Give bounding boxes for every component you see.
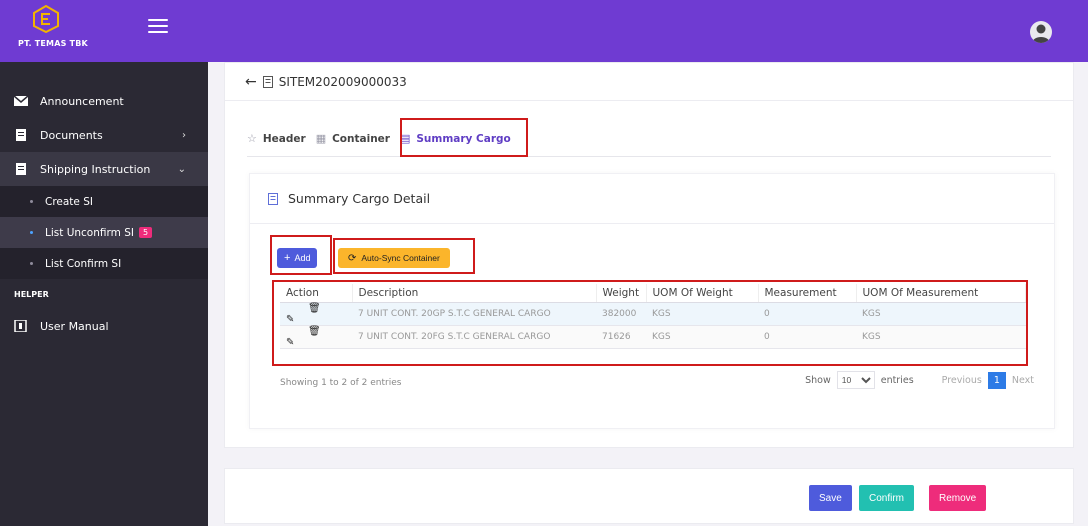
tab-label: Header: [262, 132, 306, 145]
company-logo-icon: [33, 5, 59, 33]
sidebar-item-label: Documents: [40, 128, 103, 142]
chevron-right-icon: ›: [182, 129, 186, 141]
sidebar-item-label: List Confirm SI: [45, 257, 122, 270]
previous-page-button[interactable]: Previous: [936, 375, 988, 386]
grid-icon: ▦: [315, 132, 327, 145]
sidebar-item-documents[interactable]: Documents ›: [0, 118, 208, 152]
tab-container[interactable]: ▦ Container: [316, 132, 390, 145]
topbar: [208, 0, 1088, 62]
tab-header[interactable]: ☆ Header: [247, 132, 306, 145]
remove-button[interactable]: Remove: [929, 485, 987, 511]
sidebar-submenu: Create SI List Unconfirm SI 5 List Confi…: [0, 186, 208, 279]
sidebar-item-list-confirm-si[interactable]: List Confirm SI: [0, 248, 208, 279]
bullet-icon: [30, 200, 33, 203]
sidebar-item-label: Announcement: [40, 94, 124, 108]
book-icon: [14, 320, 27, 332]
brand: PT. TEMAS TBK: [0, 0, 208, 62]
action-bar: Save Confirm Remove: [224, 468, 1074, 524]
next-page-button[interactable]: Next: [1006, 375, 1040, 386]
star-icon: ☆: [247, 132, 257, 145]
highlight-box: [400, 118, 528, 157]
page-size-select[interactable]: 10: [836, 371, 875, 389]
bullet-icon: [30, 262, 33, 265]
sidebar-item-label: Create SI: [45, 195, 93, 208]
pagination: Show 10 entries Previous 1 Next: [805, 371, 1040, 389]
sidebar-item-label: List Unconfirm SI: [45, 226, 134, 239]
summary-cargo-panel: Summary Cargo Detail + Add ⟳ Auto-Sync C…: [249, 173, 1055, 429]
page-button-current[interactable]: 1: [987, 371, 1006, 389]
highlight-box: [333, 238, 475, 274]
document-icon: [262, 75, 273, 88]
page-header: ← SITEM202009000033: [225, 63, 1073, 101]
confirm-button[interactable]: Confirm: [859, 485, 915, 511]
show-label: Show: [805, 374, 831, 386]
document-icon: [16, 129, 26, 141]
brand-name: PT. TEMAS TBK: [18, 39, 88, 48]
entries-label: entries: [880, 374, 914, 386]
chevron-down-icon: ⌄: [177, 163, 186, 175]
hamburger-menu-icon[interactable]: [148, 19, 168, 37]
table-info: Showing 1 to 2 of 2 entries: [280, 378, 402, 388]
section-header: Summary Cargo Detail: [250, 174, 1054, 224]
section-title: Summary Cargo Detail: [288, 191, 431, 206]
tab-label: Container: [332, 132, 390, 145]
highlight-box: [270, 235, 332, 275]
sidebar-nav: Announcement Documents › Shipping Instru…: [0, 84, 208, 343]
sidebar-item-create-si[interactable]: Create SI: [0, 186, 208, 217]
page-title: SITEM202009000033: [278, 74, 407, 89]
save-button[interactable]: Save: [809, 485, 852, 511]
sidebar-item-shipping-instruction[interactable]: Shipping Instruction ⌄: [0, 152, 208, 186]
tab-bar: ☆ Header ▦ Container ▤ Summary Cargo: [247, 121, 1051, 157]
sidebar-item-label: User Manual: [40, 319, 109, 333]
count-badge: 5: [138, 227, 153, 238]
main-card: ← SITEM202009000033 ☆ Header ▦ Container…: [224, 62, 1074, 448]
sidebar-section-title: HELPER: [14, 290, 49, 299]
highlight-box: [272, 280, 1028, 366]
user-avatar-icon[interactable]: [1030, 21, 1052, 43]
envelope-icon: [14, 95, 28, 106]
back-arrow-icon[interactable]: ←: [245, 74, 257, 90]
sidebar-item-user-manual[interactable]: User Manual: [0, 309, 208, 343]
sidebar-item-list-unconfirm-si[interactable]: List Unconfirm SI 5: [0, 217, 208, 248]
sidebar: PT. TEMAS TBK Announcement Documents › S…: [0, 0, 208, 526]
document-icon: [16, 163, 26, 175]
document-icon: [268, 192, 278, 205]
sidebar-item-label: Shipping Instruction: [40, 162, 151, 176]
sidebar-item-announcement[interactable]: Announcement: [0, 84, 208, 118]
bullet-icon: [30, 231, 33, 234]
